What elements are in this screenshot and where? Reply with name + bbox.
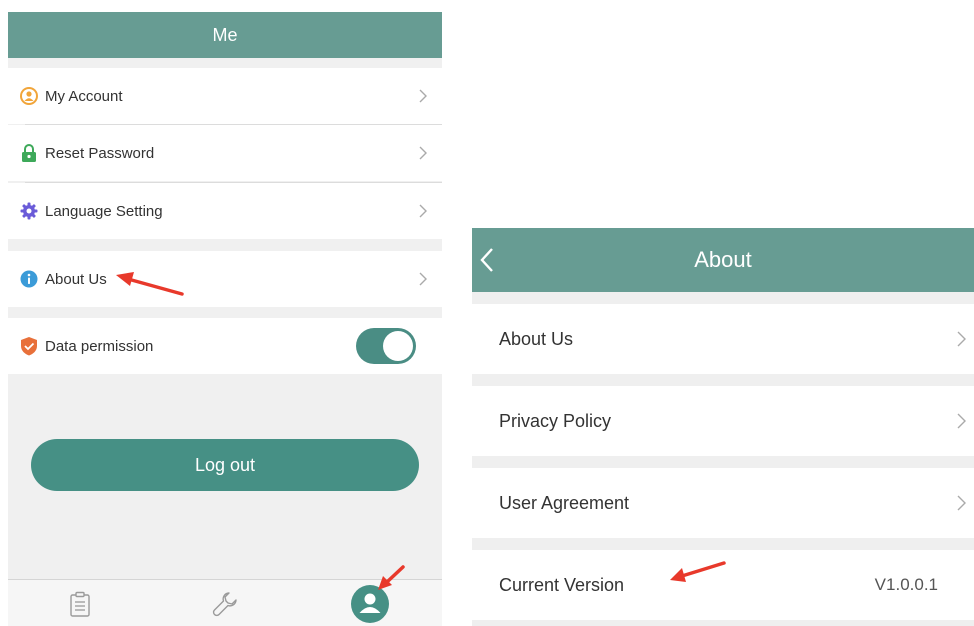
chevron-right-icon xyxy=(957,413,966,429)
chevron-right-icon xyxy=(419,89,427,103)
chevron-right-icon xyxy=(419,272,427,286)
tab-tools[interactable] xyxy=(153,580,297,626)
menu-item-about-us[interactable]: About Us xyxy=(8,251,442,307)
menu-item-data-permission: Data permission xyxy=(8,318,442,374)
logout-button[interactable]: Log out xyxy=(31,439,419,491)
menu-item-label: Data permission xyxy=(45,337,154,355)
profile-icon xyxy=(351,584,389,623)
about-header: About xyxy=(472,228,974,292)
wrench-icon xyxy=(212,591,237,616)
data-permission-toggle[interactable] xyxy=(356,328,416,364)
menu-item-reset-password[interactable]: Reset Password xyxy=(8,125,442,181)
menu-item-label: Reset Password xyxy=(45,144,155,162)
bottom-tab-bar xyxy=(8,579,442,626)
gear-icon xyxy=(19,201,39,221)
clipboard-icon xyxy=(70,591,90,617)
about-row-label: About Us xyxy=(499,328,574,349)
about-row-label: Privacy Policy xyxy=(499,410,612,431)
about-row-label: Current Version xyxy=(499,574,625,595)
about-row-current-version: Current Version V1.0.0.1 xyxy=(472,550,974,620)
about-row-label: User Agreement xyxy=(499,492,630,513)
chevron-right-icon xyxy=(957,331,966,347)
about-row-about-us[interactable]: About Us xyxy=(472,304,974,374)
about-row-privacy-policy[interactable]: Privacy Policy xyxy=(472,386,974,456)
user-circle-icon xyxy=(19,86,39,106)
menu-item-language-setting[interactable]: Language Setting xyxy=(8,183,442,239)
menu-item-label: Language Setting xyxy=(45,202,163,220)
tab-records[interactable] xyxy=(8,580,152,626)
menu-item-label: My Account xyxy=(45,87,123,105)
tab-me[interactable] xyxy=(298,580,442,626)
menu-item-label: About Us xyxy=(45,270,107,288)
lock-icon xyxy=(19,143,39,163)
about-row-user-agreement[interactable]: User Agreement xyxy=(472,468,974,538)
me-title: Me xyxy=(212,24,238,45)
back-icon[interactable] xyxy=(476,246,498,274)
menu-item-my-account[interactable]: My Account xyxy=(8,68,442,124)
chevron-right-icon xyxy=(419,146,427,160)
me-header: Me xyxy=(8,12,442,58)
chevron-right-icon xyxy=(957,495,966,511)
about-title: About xyxy=(694,247,752,272)
version-value: V1.0.0.1 xyxy=(874,575,938,594)
info-icon xyxy=(19,269,39,289)
logout-label: Log out xyxy=(194,454,256,475)
me-screen: Me My Account Reset Password Language Se… xyxy=(8,12,442,626)
shield-check-icon xyxy=(19,336,39,356)
toggle-knob xyxy=(383,331,413,361)
chevron-right-icon xyxy=(419,204,427,218)
about-screen: About About Us Privacy Policy User Agree… xyxy=(472,228,974,626)
